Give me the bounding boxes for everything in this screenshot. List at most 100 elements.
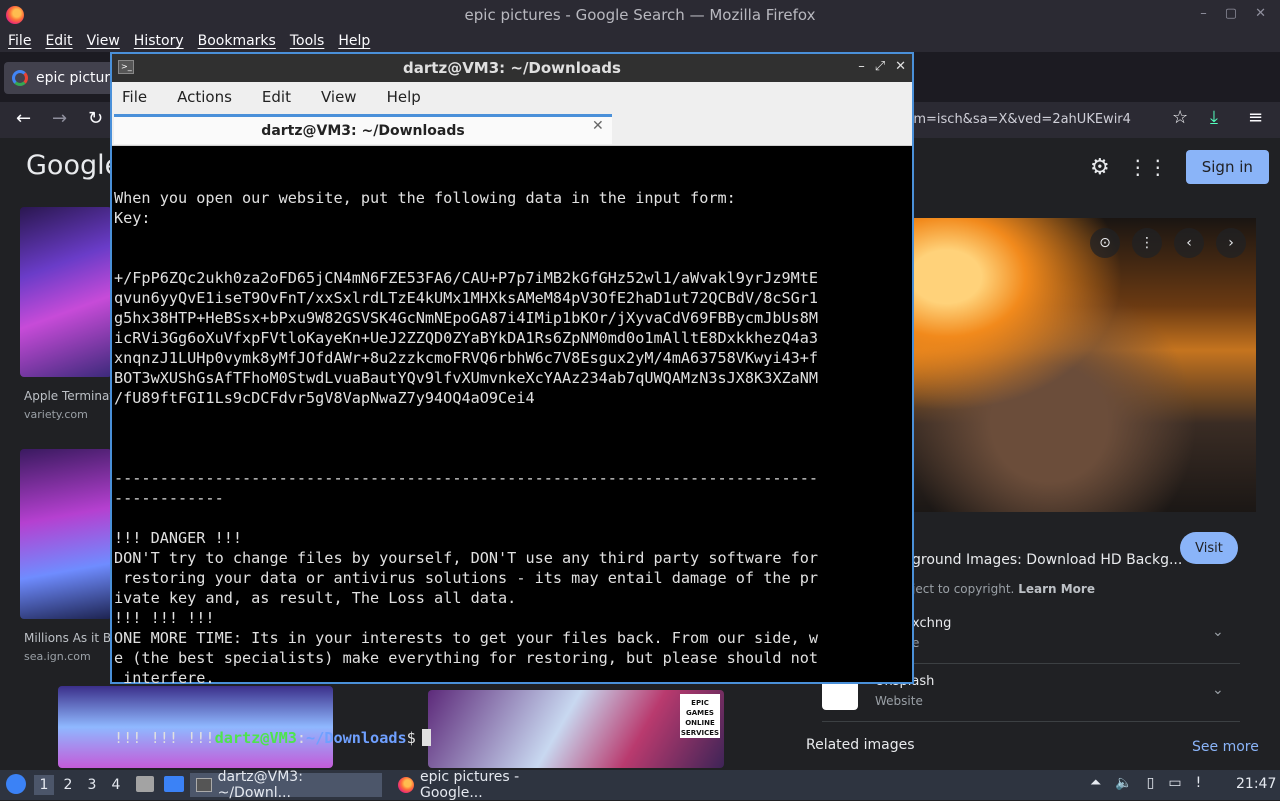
google-header-actions: ⚙ ⋮⋮ Sign in [1090, 150, 1269, 184]
notification-icon[interactable]: ! [1196, 775, 1202, 791]
terminal-menu-file[interactable]: File [122, 88, 147, 106]
more-options-icon[interactable]: ⋮ [1132, 228, 1162, 258]
terminal-output[interactable]: When you open our website, put the follo… [114, 148, 894, 747]
terminal-line: BOT3wXUShGsAfTFhoM0StwdLvuaBautYQv9lfvXU… [114, 369, 819, 387]
download-icon[interactable]: ⤓ [1210, 107, 1218, 128]
learn-more-link[interactable]: Learn More [1018, 582, 1095, 596]
terminal-window[interactable]: dartz@VM3: ~/Downloads >_ – ⤢ ✕ File Act… [110, 52, 914, 747]
clipboard-icon[interactable]: ▯ [1147, 775, 1155, 791]
hamburger-menu-icon[interactable]: ≡ [1248, 107, 1263, 128]
minimize-icon[interactable]: – [1200, 6, 1207, 21]
menu-tools[interactable]: Tools [290, 30, 325, 52]
prompt-separator: : [296, 729, 307, 747]
maximize-icon[interactable]: ⤢ [875, 59, 885, 74]
terminal-line: e (the best specialists) make everything… [114, 649, 819, 667]
chevron-down-icon[interactable]: ⌄ [1212, 624, 1224, 640]
preview-title[interactable]: ground Images: Download HD Backg... [912, 552, 1182, 568]
terminal-menu-view[interactable]: View [321, 88, 357, 106]
terminal-line: !!! !!! !!! [114, 609, 215, 627]
prompt-symbol: $ [406, 729, 416, 747]
result-caption[interactable]: Millions As it Ba [24, 631, 118, 645]
next-chevron-icon[interactable]: › [1216, 228, 1246, 258]
terminal-app-icon: >_ [118, 60, 134, 74]
close-icon[interactable]: ✕ [1255, 6, 1266, 21]
preview-image[interactable] [912, 218, 1256, 512]
result-thumbnail[interactable] [20, 207, 112, 377]
workspace-1[interactable]: 1 [34, 775, 54, 795]
result-source: sea.ign.com [24, 650, 91, 663]
terminal-menubar: File Actions Edit View Help [112, 82, 912, 112]
terminal-lines: When you open our website, put the follo… [114, 188, 894, 688]
see-more-link[interactable]: See more [1192, 739, 1259, 755]
menu-help[interactable]: Help [338, 30, 370, 52]
terminal-line: interfere. [114, 669, 215, 687]
settings-gear-icon[interactable]: ⚙ [1090, 155, 1110, 180]
terminal-tab[interactable]: dartz@VM3: ~/Downloads [114, 114, 612, 144]
terminal-line: !!! DANGER !!! [114, 529, 243, 547]
taskbar-terminal-task[interactable]: dartz@VM3: ~/Downl... [190, 769, 382, 801]
taskbar-task-label: dartz@VM3: ~/Downl... [217, 769, 303, 801]
forward-arrow-icon[interactable]: → [52, 108, 67, 129]
terminal-menu-edit[interactable]: Edit [262, 88, 291, 106]
chevron-down-icon[interactable]: ⌄ [1212, 682, 1224, 698]
terminal-last-output: !!! !!! !!! [114, 729, 215, 747]
menu-bookmarks[interactable]: Bookmarks [198, 30, 276, 52]
menu-file[interactable]: File [8, 30, 31, 52]
google-favicon-icon [12, 70, 28, 86]
terminal-icon [196, 778, 212, 792]
terminal-tab-label: dartz@VM3: ~/Downloads [261, 122, 465, 139]
bookmark-star-icon[interactable]: ☆ [1172, 107, 1188, 128]
terminal-cursor [421, 729, 431, 746]
terminal-line: ------------ [114, 489, 224, 507]
window-title: epic pictures - Google Search — Mozilla … [464, 6, 816, 24]
close-icon[interactable]: ✕ [895, 59, 906, 74]
network-icon[interactable]: ▭ [1168, 775, 1181, 791]
terminal-menu-actions[interactable]: Actions [177, 88, 232, 106]
workspace-2[interactable]: 2 [58, 775, 78, 795]
workspace-4[interactable]: 4 [106, 775, 126, 795]
menu-edit[interactable]: Edit [45, 30, 72, 52]
menu-view[interactable]: View [87, 30, 120, 52]
terminal-line: g5hx38HTP+HeBSsx+bPxu9W82GSVSK4GcNmNEpoG… [114, 309, 819, 327]
maximize-icon[interactable]: ▢ [1225, 6, 1237, 21]
terminal-titlebar[interactable]: dartz@VM3: ~/Downloads [112, 54, 912, 82]
visit-button[interactable]: Visit [1180, 532, 1238, 564]
file-manager-icon[interactable] [136, 776, 154, 792]
result-thumbnail[interactable] [20, 449, 112, 619]
minimize-icon[interactable]: – [858, 59, 865, 74]
workspace-3[interactable]: 3 [82, 775, 102, 795]
terminal-line: qvun6yyQvE1iseT9OvFnT/xxSxlrdLTzE4kUMx1M… [114, 289, 819, 307]
url-bar[interactable]: tbm=isch&sa=X&ved=2ahUKEwir4 [900, 106, 1170, 134]
back-arrow-icon[interactable]: ← [16, 108, 31, 129]
browser-tab[interactable]: epic picture [4, 62, 124, 94]
tray-up-arrow-icon[interactable]: ⏶ [1090, 775, 1101, 791]
volume-icon[interactable]: 🔈 [1115, 775, 1132, 791]
show-desktop-icon[interactable] [164, 776, 184, 792]
menu-history[interactable]: History [134, 30, 184, 52]
preview-controls: ⊙ ⋮ ‹ › [1090, 228, 1246, 258]
taskbar: 1 2 3 4 dartz@VM3: ~/Downl... epic pictu… [0, 769, 1280, 801]
close-tab-icon[interactable]: ✕ [592, 118, 604, 134]
start-menu-icon[interactable] [6, 774, 26, 794]
taskbar-firefox-task[interactable]: epic pictures - Google... [392, 769, 592, 801]
terminal-menu-help[interactable]: Help [387, 88, 421, 106]
terminal-line: /fU89ftFGI1Ls9cDCFdvr5gV8VapNwaZ7y94OQ4a… [114, 389, 535, 407]
firefox-logo-icon [6, 6, 24, 24]
apps-grid-icon[interactable]: ⋮⋮ [1128, 155, 1168, 179]
terminal-line: Key: [114, 209, 151, 227]
reload-icon[interactable]: ↻ [88, 108, 103, 129]
firefox-window-controls: – ▢ ✕ [1200, 6, 1266, 21]
result-source: variety.com [24, 408, 88, 421]
prompt-user: dartz@VM3 [214, 729, 297, 747]
result-caption[interactable]: Apple Terminate [24, 389, 121, 403]
sign-in-button[interactable]: Sign in [1185, 150, 1269, 184]
source-name: xchng [912, 616, 952, 631]
firefox-menubar: File Edit View History Bookmarks Tools H… [0, 30, 1280, 52]
terminal-title: dartz@VM3: ~/Downloads [403, 59, 621, 77]
google-logo[interactable]: Google [26, 150, 121, 181]
terminal-line: DON'T try to change files by yourself, D… [114, 549, 819, 567]
lens-search-icon[interactable]: ⊙ [1090, 228, 1120, 258]
previous-chevron-icon[interactable]: ‹ [1174, 228, 1204, 258]
